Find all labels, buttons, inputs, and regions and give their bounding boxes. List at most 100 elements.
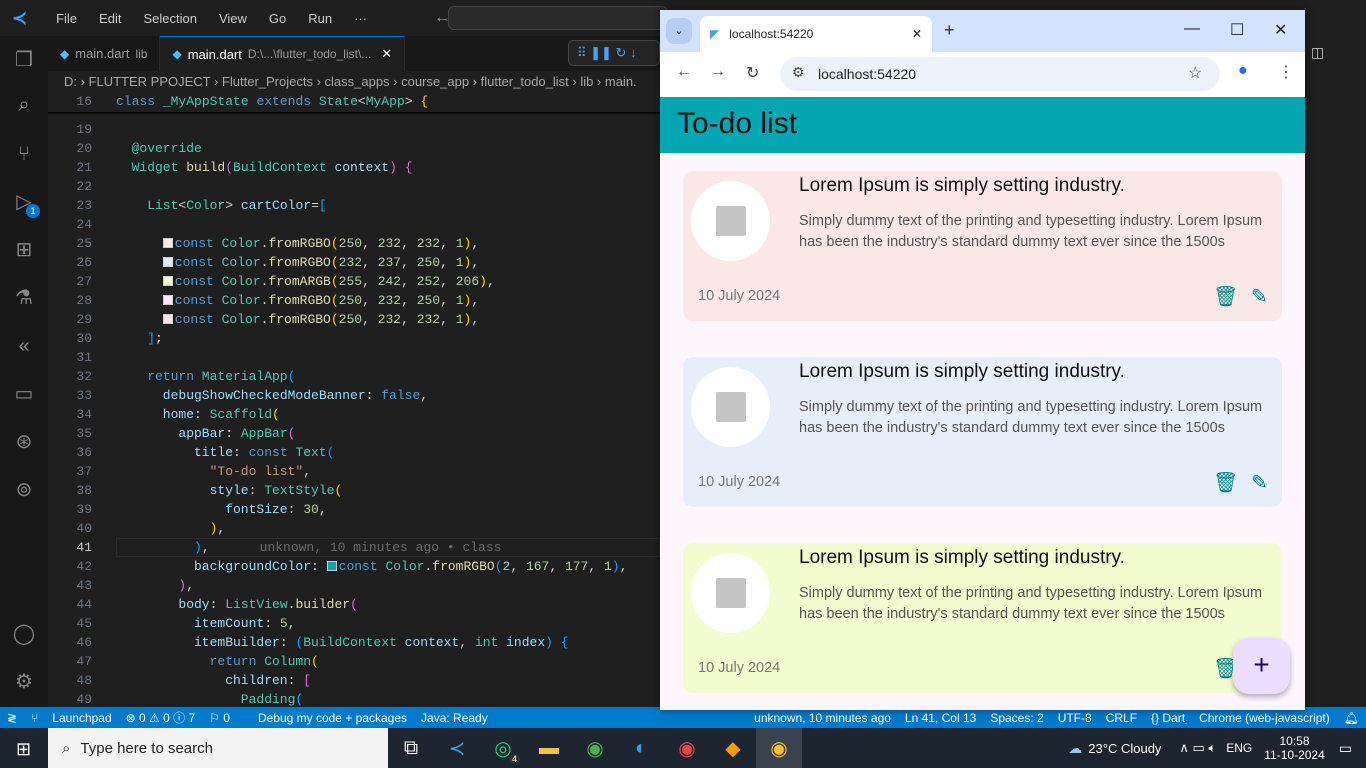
notification-center-icon[interactable]: ▭	[1339, 740, 1352, 757]
color-swatch[interactable]	[162, 238, 173, 248]
todo-card[interactable]: Lorem Ipsum is simply setting industry. …	[683, 357, 1282, 507]
notifications-icon[interactable]: 🔔︎	[1337, 711, 1366, 725]
code-token: ;	[155, 331, 163, 346]
chrome-profile-icon[interactable]: ◉	[572, 728, 618, 768]
git-graph-icon[interactable]: ⊛	[12, 430, 36, 454]
code-editor[interactable]: 16 class _MyAppState extends State<MyApp>…	[48, 93, 660, 707]
eol[interactable]: CRLF	[1099, 711, 1144, 725]
file-explorer-icon[interactable]: ▬	[526, 728, 572, 768]
explorer-icon[interactable]: ❐	[12, 48, 36, 72]
profile-icon[interactable]: ●	[1238, 62, 1248, 80]
color-swatch[interactable]	[162, 276, 173, 286]
code-token: (	[330, 293, 339, 308]
menu-view[interactable]: View	[212, 11, 254, 26]
settings-gear-icon[interactable]: ⚙	[12, 670, 36, 694]
avatar	[691, 367, 770, 447]
encoding[interactable]: UTF-8	[1051, 711, 1099, 725]
code-token: (	[311, 654, 319, 669]
code-token: ,	[471, 236, 480, 251]
add-todo-fab[interactable]: +	[1233, 638, 1290, 694]
dart-file-icon: ◆	[60, 46, 70, 61]
chrome-icon[interactable]: ◉	[664, 728, 710, 768]
close-tab-icon[interactable]: ✕	[381, 46, 392, 62]
minimap[interactable]: ◫	[1305, 36, 1366, 707]
menu-go[interactable]: Go	[262, 11, 293, 26]
language-indicator[interactable]: ENG	[1226, 741, 1252, 755]
taskbar-search[interactable]: ⌕ Type here to search	[48, 728, 388, 768]
tray-icons[interactable]: ∧ ▭ 🔈︎	[1179, 740, 1216, 756]
breadcrumb[interactable]: D: › FLUTTER PPOJECT › Flutter_Projects …	[64, 71, 637, 93]
clock[interactable]: 10:58 11-10-2024	[1264, 734, 1325, 762]
flutter-device[interactable]: Chrome (web-javascript)	[1192, 711, 1337, 725]
url-input[interactable]: ⚙ localhost:54220 ☆	[780, 57, 1220, 91]
windows-start-icon[interactable]: ⊞	[16, 739, 31, 760]
chrome-menu-icon[interactable]: ⋮	[1278, 62, 1294, 82]
testing-icon[interactable]: ⚗	[12, 286, 36, 310]
color-swatch[interactable]	[162, 314, 173, 324]
git-app-icon[interactable]: ◆	[710, 728, 756, 768]
site-info-icon[interactable]: ⚙	[792, 64, 805, 81]
code-token: Widget	[131, 160, 187, 175]
problems-indicator[interactable]: ⊗ 0 ⚠ 0 ⓘ 7	[119, 709, 203, 726]
menu-more[interactable]: ···	[347, 11, 374, 26]
ports-indicator[interactable]: ⚐ 0	[202, 711, 237, 725]
line-number: 34	[76, 407, 92, 422]
code-token: const	[174, 236, 222, 251]
menu-run[interactable]: Run	[301, 11, 339, 26]
git-blame[interactable]: unknown, 10 minutes ago	[747, 711, 898, 725]
back-icon[interactable]: ←	[676, 63, 692, 81]
weather[interactable]: 23°C Cloudy	[1088, 741, 1161, 756]
delete-icon[interactable]: 🗑︎	[1213, 470, 1238, 495]
todo-card[interactable]: Lorem Ipsum is simply setting industry. …	[683, 543, 1282, 693]
reload-icon[interactable]: ↻	[746, 63, 759, 83]
split-editor-icon[interactable]: ◫	[1311, 44, 1324, 61]
code-token: ,	[549, 559, 565, 574]
remote-icon[interactable]: ⊚	[12, 478, 36, 502]
color-swatch[interactable]	[162, 295, 173, 305]
java-status[interactable]: Java: Ready	[414, 711, 495, 725]
tab-search-icon[interactable]: ⌄	[666, 18, 692, 44]
source-control-icon[interactable]: ⑂	[12, 142, 36, 166]
edit-icon[interactable]: ✎	[1251, 470, 1268, 495]
cursor-position[interactable]: Ln 41, Col 13	[898, 711, 983, 725]
chrome-active-icon[interactable]: ◉	[756, 728, 802, 768]
code-token: :	[248, 483, 265, 498]
minimize-button[interactable]: —	[1184, 20, 1200, 38]
close-window-button[interactable]: ✕	[1274, 20, 1287, 40]
debug-toolbar[interactable]: ⠿ ❚❚ ↻ ↓	[568, 40, 660, 66]
indentation[interactable]: Spaces: 2	[983, 711, 1050, 725]
flutter-icon[interactable]: «	[12, 334, 36, 358]
command-center[interactable]	[448, 6, 668, 30]
close-tab-icon[interactable]: ✕	[912, 27, 922, 41]
edge-icon[interactable]: ◐	[618, 728, 664, 768]
new-tab-button[interactable]: +	[944, 20, 955, 41]
folder-icon[interactable]: ▭	[12, 382, 36, 406]
tab-main-dart-lib[interactable]: ◆ main.dart lib	[48, 36, 161, 71]
delete-icon[interactable]: 🗑︎	[1213, 284, 1238, 309]
remote-indicator-icon[interactable]: ≷	[0, 711, 24, 725]
maximize-button[interactable]: ☐	[1230, 20, 1244, 40]
search-icon[interactable]: ⌕	[12, 93, 36, 117]
color-swatch[interactable]	[326, 561, 337, 571]
tab-main-dart-active[interactable]: ◆ main.dart D:\...\flutter_todo_list\... ✕	[160, 36, 406, 71]
color-swatch[interactable]	[162, 257, 173, 267]
code-token: TextStyle	[264, 483, 335, 498]
launchpad-button[interactable]: Launchpad	[45, 711, 118, 725]
browser-tab[interactable]: ◤ localhost:54220 ✕	[700, 16, 932, 52]
forward-icon[interactable]: →	[710, 63, 726, 81]
bookmark-star-icon[interactable]: ☆	[1188, 63, 1202, 83]
menu-selection[interactable]: Selection	[136, 11, 203, 26]
language-mode[interactable]: {} Dart	[1144, 711, 1192, 725]
menu-edit[interactable]: Edit	[92, 11, 128, 26]
account-icon[interactable]: ◯	[12, 622, 36, 646]
task-view-icon[interactable]: ⧉	[388, 728, 434, 768]
edit-icon[interactable]: ✎	[1251, 284, 1268, 309]
debug-config[interactable]: Debug my code + packages	[251, 711, 414, 725]
branch-icon[interactable]: ⑂	[24, 711, 45, 725]
code-token: State	[318, 94, 358, 109]
extensions-icon[interactable]: ⊞	[12, 238, 36, 262]
menu-file[interactable]: File	[49, 11, 84, 26]
vscode-taskbar-icon[interactable]: ≺	[434, 728, 480, 768]
todo-card[interactable]: Lorem Ipsum is simply setting industry. …	[683, 171, 1282, 321]
whatsapp-taskbar-icon[interactable]: ◎ 4	[480, 728, 526, 768]
